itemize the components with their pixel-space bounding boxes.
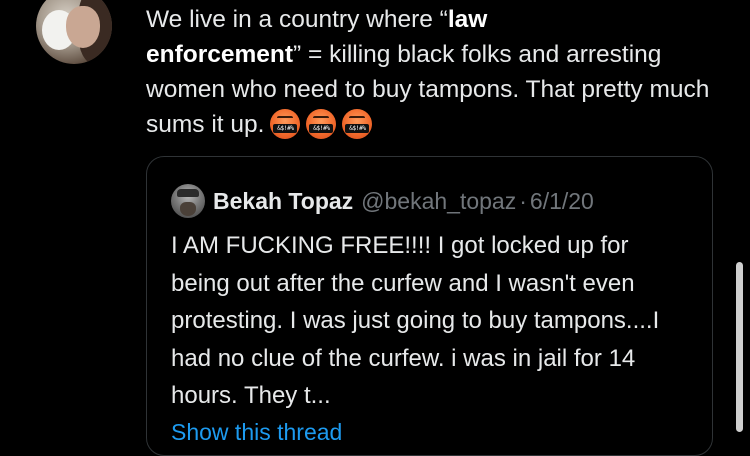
quoted-author-avatar bbox=[171, 184, 205, 218]
show-thread-link[interactable]: Show this thread bbox=[171, 419, 342, 446]
quoted-tweet-header: Bekah Topaz @bekah_topaz · 6/1/20 bbox=[171, 183, 594, 219]
quoted-author-handle[interactable]: @bekah_topaz bbox=[361, 188, 516, 215]
tweet-text: We live in a country where “law enforceme… bbox=[146, 2, 736, 143]
face-with-symbols-on-mouth-icon: &$!#% bbox=[270, 109, 301, 140]
quoted-tweet-card[interactable]: Bekah Topaz @bekah_topaz · 6/1/20 I AM F… bbox=[146, 156, 713, 456]
tweet-bold-law: law bbox=[447, 6, 488, 33]
author-avatar[interactable] bbox=[36, 0, 112, 64]
emoji-row: &$!#% &$!#% &$!#% bbox=[264, 108, 373, 143]
face-with-symbols-on-mouth-icon: &$!#% bbox=[306, 109, 337, 140]
quoted-author-name[interactable]: Bekah Topaz bbox=[213, 188, 353, 215]
face-with-symbols-on-mouth-icon: &$!#% bbox=[342, 109, 373, 140]
quoted-tweet-body: I AM FUCKING FREE!!!! I got locked up fo… bbox=[171, 232, 660, 409]
avatar-face bbox=[66, 6, 100, 48]
tweet-bold-enforcement: enforcement bbox=[146, 41, 294, 68]
quoted-tweet-date[interactable]: 6/1/20 bbox=[530, 188, 594, 215]
tweet-text-part1: We live in a country where “ bbox=[146, 6, 448, 33]
scrollbar-thumb[interactable] bbox=[736, 262, 743, 432]
header-separator: · bbox=[519, 187, 527, 214]
